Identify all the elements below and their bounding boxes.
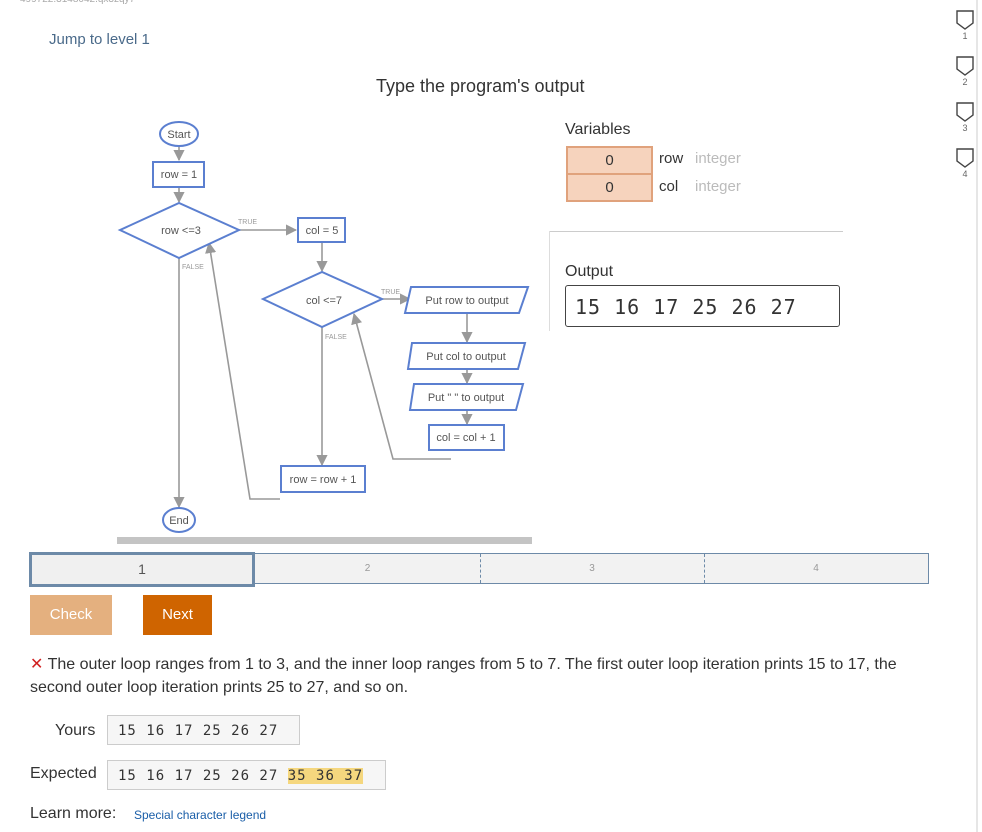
expected-label: Expected	[30, 765, 97, 782]
expected-output-match: 15 16 17 25 26 27	[118, 768, 279, 784]
row-value-box: 0	[566, 146, 653, 175]
flowchart: Start row = 1 row <=3 col = 5 col <=7 Pu…	[117, 121, 530, 533]
row-variable-name: row	[659, 150, 684, 167]
level-number: 1	[962, 31, 968, 41]
learn-more-label: Learn more:	[30, 805, 117, 822]
step-4[interactable]: 4	[704, 554, 928, 583]
level-2-indicator[interactable]: 2	[955, 56, 975, 87]
col-value-box: 0	[566, 173, 653, 202]
level-badge-icon	[956, 102, 974, 122]
col-condition-label: col <=7	[306, 295, 342, 307]
inc-col-label: col = col + 1	[436, 432, 495, 444]
col-variable-name: col	[659, 178, 679, 195]
init-col-label: col = 5	[306, 225, 339, 237]
step-progress-bar: 1 2 3 4	[29, 552, 929, 587]
horizontal-scrollbar[interactable]	[117, 537, 532, 544]
step-3[interactable]: 3	[480, 554, 704, 583]
true-branch-label: TRUE	[238, 219, 257, 226]
step-2[interactable]: 2	[255, 554, 480, 583]
output-box: 15 16 17 25 26 27	[565, 285, 840, 327]
row-condition-label: row <=3	[161, 225, 201, 237]
false-branch-label: FALSE	[325, 334, 347, 341]
false-branch-label: FALSE	[182, 264, 204, 271]
level-badge-icon	[956, 56, 974, 76]
wrong-answer-icon: ✕	[30, 656, 44, 673]
variables-title: Variables	[565, 121, 631, 138]
inc-row-label: row = row + 1	[290, 474, 357, 486]
output-title: Output	[565, 263, 614, 280]
right-rail-divider	[976, 0, 978, 832]
put-col-label: Put col to output	[426, 351, 506, 363]
put-space-label: Put " " to output	[428, 392, 504, 404]
level-badge-icon	[956, 10, 974, 30]
feedback-text: The outer loop ranges from 1 to 3, and t…	[30, 656, 897, 696]
yours-output: 15 16 17 25 26 27	[107, 715, 300, 745]
end-label: End	[169, 515, 189, 527]
row-variable-type: integer	[695, 150, 741, 167]
yours-label: Yours	[55, 722, 96, 739]
level-number: 2	[962, 77, 968, 87]
next-button[interactable]: Next	[143, 595, 212, 635]
level-1-indicator[interactable]: 1	[955, 10, 975, 41]
check-button[interactable]: Check	[30, 595, 112, 635]
level-3-indicator[interactable]: 3	[955, 102, 975, 133]
init-row-label: row = 1	[161, 169, 197, 181]
level-4-indicator[interactable]: 4	[955, 148, 975, 179]
level-badge-icon	[956, 148, 974, 168]
expected-output: 15 16 17 25 26 27 35 36 37	[107, 760, 386, 790]
feedback-message: ✕ The outer loop ranges from 1 to 3, and…	[30, 653, 910, 699]
start-label: Start	[167, 129, 190, 141]
step-1[interactable]: 1	[29, 552, 255, 587]
special-character-legend-link[interactable]: Special character legend	[134, 808, 266, 822]
true-branch-label: TRUE	[381, 289, 400, 296]
put-row-label: Put row to output	[425, 295, 508, 307]
level-number: 4	[962, 169, 968, 179]
level-number: 3	[962, 123, 968, 133]
expected-output-missing: 35 36 37	[287, 768, 364, 784]
col-variable-type: integer	[695, 178, 741, 195]
divider	[549, 231, 550, 331]
divider	[549, 231, 843, 232]
